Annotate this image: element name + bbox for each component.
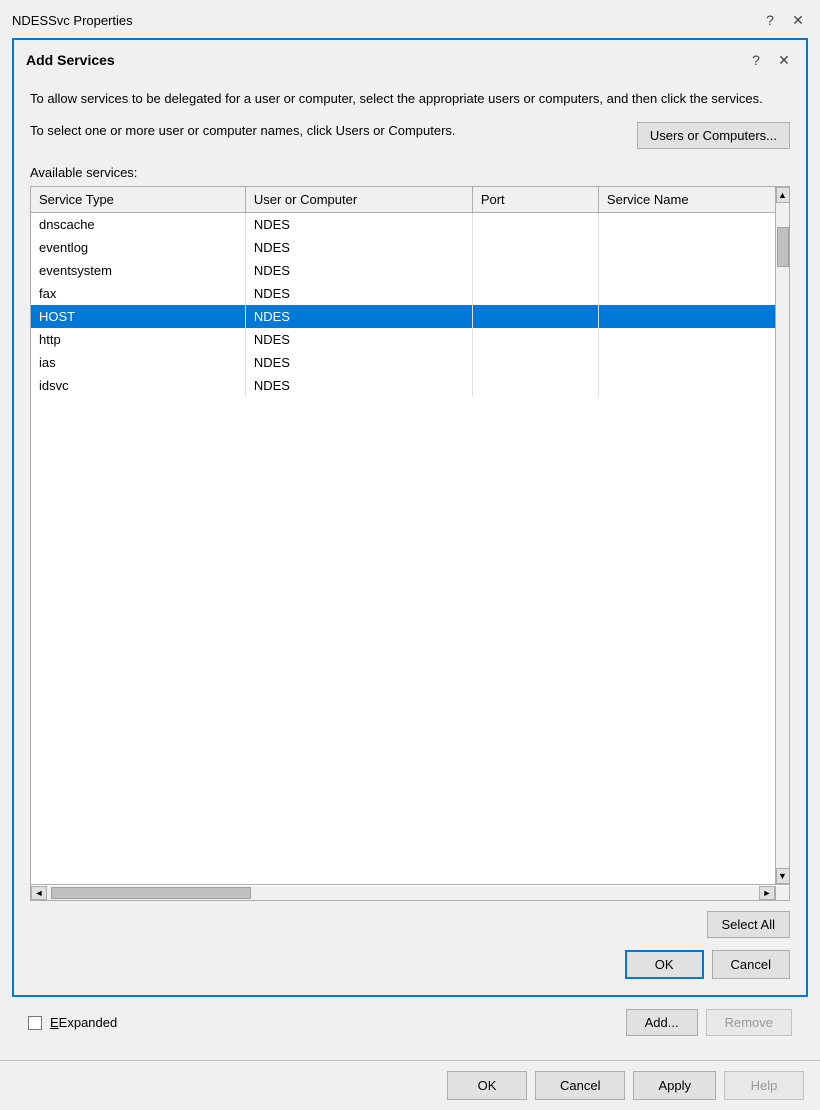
cell-user_computer: NDES bbox=[245, 328, 472, 351]
cell-service_name bbox=[598, 305, 775, 328]
cell-service_name bbox=[598, 351, 775, 374]
footer-cancel-button[interactable]: Cancel bbox=[535, 1071, 625, 1100]
col-port: Port bbox=[472, 187, 598, 213]
scroll-right-arrow[interactable]: ► bbox=[759, 886, 775, 900]
cell-user_computer: NDES bbox=[245, 374, 472, 397]
users-description: To select one or more user or computer n… bbox=[30, 122, 625, 140]
footer-apply-button[interactable]: Apply bbox=[633, 1071, 716, 1100]
add-remove-buttons: Add... Remove bbox=[626, 1009, 792, 1036]
add-button[interactable]: Add... bbox=[626, 1009, 698, 1036]
cell-port bbox=[472, 259, 598, 282]
inner-dialog-content: To allow services to be delegated for a … bbox=[14, 78, 806, 995]
cell-user_computer: NDES bbox=[245, 305, 472, 328]
table-row[interactable]: eventsystemNDES bbox=[31, 259, 775, 282]
table-row[interactable]: idsvcNDES bbox=[31, 374, 775, 397]
outer-titlebar-controls: ? ✕ bbox=[760, 10, 808, 30]
h-scroll-thumb[interactable] bbox=[51, 887, 251, 899]
inner-titlebar-controls: ? ✕ bbox=[746, 50, 794, 70]
horizontal-scrollbar-row: ◄ ► bbox=[31, 884, 789, 900]
cell-port bbox=[472, 305, 598, 328]
cell-port bbox=[472, 351, 598, 374]
scroll-up-arrow[interactable]: ▲ bbox=[776, 187, 790, 203]
inner-dialog: Add Services ? ✕ To allow services to be… bbox=[12, 38, 808, 997]
inner-dialog-buttons: OK Cancel bbox=[30, 950, 790, 979]
outer-bottom-section: EExpanded Add... Remove bbox=[12, 997, 808, 1048]
cell-service_type: eventsystem bbox=[31, 259, 245, 282]
cell-port bbox=[472, 282, 598, 305]
services-table: Service Type User or Computer Port Servi… bbox=[31, 187, 775, 397]
cell-user_computer: NDES bbox=[245, 282, 472, 305]
outer-content: Add Services ? ✕ To allow services to be… bbox=[0, 38, 820, 1060]
col-user-computer: User or Computer bbox=[245, 187, 472, 213]
footer-help-button[interactable]: Help bbox=[724, 1071, 804, 1100]
scroll-left-arrow[interactable]: ◄ bbox=[31, 886, 47, 900]
description-text: To allow services to be delegated for a … bbox=[30, 90, 790, 108]
outer-titlebar: NDESSvc Properties ? ✕ bbox=[0, 0, 820, 38]
table-row[interactable]: eventlogNDES bbox=[31, 236, 775, 259]
scrollbar-corner bbox=[775, 886, 789, 900]
table-wrapper: Service Type User or Computer Port Servi… bbox=[31, 187, 789, 884]
cell-port bbox=[472, 236, 598, 259]
col-service-name: Service Name bbox=[598, 187, 775, 213]
table-row[interactable]: dnscacheNDES bbox=[31, 213, 775, 237]
users-row: To select one or more user or computer n… bbox=[30, 122, 790, 149]
cell-user_computer: NDES bbox=[245, 213, 472, 237]
cell-user_computer: NDES bbox=[245, 351, 472, 374]
select-all-button[interactable]: Select All bbox=[707, 911, 790, 938]
outer-footer: OK Cancel Apply Help bbox=[0, 1060, 820, 1110]
vertical-scrollbar[interactable]: ▲ ▼ bbox=[775, 187, 789, 884]
outer-help-button[interactable]: ? bbox=[760, 10, 780, 30]
outer-window-title: NDESSvc Properties bbox=[12, 13, 133, 28]
cell-port bbox=[472, 374, 598, 397]
cell-service_type: dnscache bbox=[31, 213, 245, 237]
horizontal-scrollbar[interactable] bbox=[47, 886, 759, 900]
table-row[interactable]: httpNDES bbox=[31, 328, 775, 351]
cell-service_type: idsvc bbox=[31, 374, 245, 397]
available-services-label: Available services: bbox=[30, 165, 790, 180]
expanded-row: EExpanded bbox=[28, 1015, 117, 1030]
outer-close-button[interactable]: ✕ bbox=[788, 10, 808, 30]
cell-service_name bbox=[598, 374, 775, 397]
table-scroll-area: Service Type User or Computer Port Servi… bbox=[31, 187, 775, 884]
inner-cancel-button[interactable]: Cancel bbox=[712, 950, 790, 979]
expanded-checkbox[interactable] bbox=[28, 1016, 42, 1030]
cell-service_type: http bbox=[31, 328, 245, 351]
cell-service_type: HOST bbox=[31, 305, 245, 328]
remove-button[interactable]: Remove bbox=[706, 1009, 792, 1036]
cell-service_name bbox=[598, 213, 775, 237]
table-row[interactable]: faxNDES bbox=[31, 282, 775, 305]
cell-service_name bbox=[598, 328, 775, 351]
scroll-down-arrow[interactable]: ▼ bbox=[776, 868, 790, 884]
outer-window: NDESSvc Properties ? ✕ Add Services ? ✕ … bbox=[0, 0, 820, 1110]
cell-port bbox=[472, 213, 598, 237]
inner-titlebar: Add Services ? ✕ bbox=[14, 40, 806, 78]
cell-service_type: eventlog bbox=[31, 236, 245, 259]
services-table-container: Service Type User or Computer Port Servi… bbox=[30, 186, 790, 901]
inner-dialog-title: Add Services bbox=[26, 52, 115, 68]
scroll-thumb[interactable] bbox=[777, 227, 789, 267]
users-or-computers-button[interactable]: Users or Computers... bbox=[637, 122, 790, 149]
table-row[interactable]: HOSTNDES bbox=[31, 305, 775, 328]
inner-ok-button[interactable]: OK bbox=[625, 950, 704, 979]
cell-service_name bbox=[598, 259, 775, 282]
cell-service_type: fax bbox=[31, 282, 245, 305]
table-header-row: Service Type User or Computer Port Servi… bbox=[31, 187, 775, 213]
table-row[interactable]: iasNDES bbox=[31, 351, 775, 374]
cell-user_computer: NDES bbox=[245, 259, 472, 282]
inner-help-button[interactable]: ? bbox=[746, 50, 766, 70]
footer-ok-button[interactable]: OK bbox=[447, 1071, 527, 1100]
col-service-type: Service Type bbox=[31, 187, 245, 213]
cell-service_name bbox=[598, 236, 775, 259]
inner-close-button[interactable]: ✕ bbox=[774, 50, 794, 70]
cell-service_name bbox=[598, 282, 775, 305]
cell-user_computer: NDES bbox=[245, 236, 472, 259]
expanded-label: EExpanded bbox=[50, 1015, 117, 1030]
cell-service_type: ias bbox=[31, 351, 245, 374]
cell-port bbox=[472, 328, 598, 351]
